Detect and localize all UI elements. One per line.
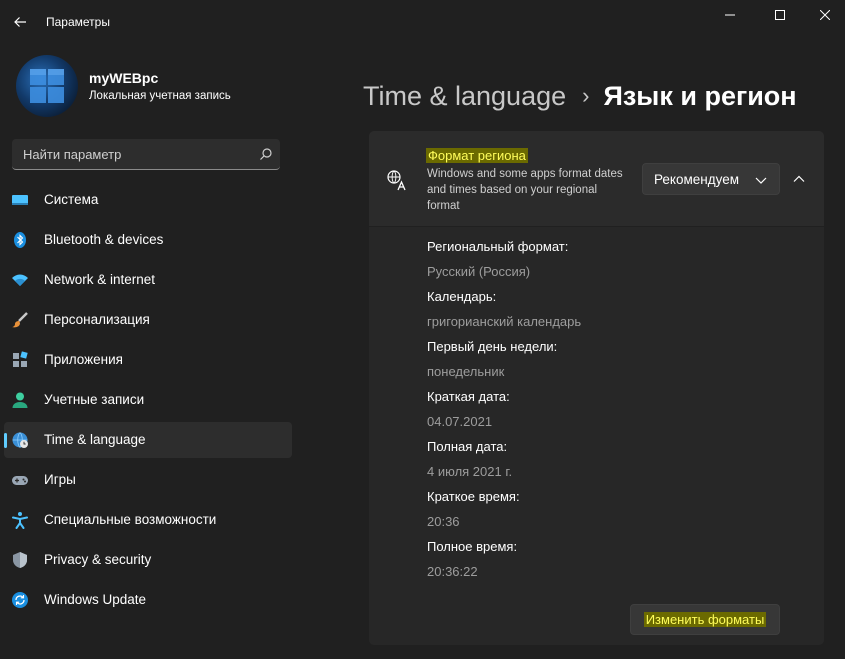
back-button[interactable] <box>8 10 32 34</box>
windows-logo-icon <box>30 69 64 103</box>
search-icon[interactable] <box>259 147 273 161</box>
back-arrow-icon <box>14 17 26 27</box>
apps-icon <box>11 351 29 369</box>
sidebar-item-network[interactable]: Network & internet <box>4 262 292 298</box>
change-formats-label: Изменить форматы <box>643 612 767 627</box>
sidebar-item-label: Система <box>44 192 99 207</box>
accessibility-icon <box>11 511 29 529</box>
sidebar-item-accounts[interactable]: Учетные записи <box>4 382 292 418</box>
first-day-value: понедельник <box>427 364 505 379</box>
sidebar-item-label: Privacy & security <box>44 552 152 567</box>
minimize-button[interactable] <box>707 0 753 30</box>
sidebar-item-label: Bluetooth & devices <box>44 232 164 247</box>
breadcrumb-parent-link[interactable]: Time & language <box>363 81 566 112</box>
bluetooth-icon <box>11 231 29 249</box>
chevron-up-icon <box>793 175 805 182</box>
accounts-icon <box>11 391 29 409</box>
app-title: Параметры <box>46 15 110 29</box>
sidebar-item-label: Игры <box>44 472 76 487</box>
long-time-value: 20:36:22 <box>427 564 478 579</box>
sidebar-item-accessibility[interactable]: Специальные возможности <box>4 502 292 538</box>
sidebar-item-privacy[interactable]: Privacy & security <box>4 542 292 578</box>
card-title: Формат региона <box>426 148 528 163</box>
sidebar-item-label: Time & language <box>44 432 146 447</box>
sidebar-item-apps[interactable]: Приложения <box>4 342 292 378</box>
calendar-label: Календарь: <box>427 289 497 304</box>
close-button[interactable] <box>802 0 845 30</box>
regional-format-value: Русский (Россия) <box>427 264 531 279</box>
page-title: Язык и регион <box>603 80 797 111</box>
search-box[interactable] <box>12 139 280 170</box>
sidebar-item-label: Специальные возможности <box>44 512 217 527</box>
wifi-icon <box>11 271 29 289</box>
update-icon <box>11 591 29 609</box>
sidebar-item-time-language[interactable]: Time & language <box>4 422 292 458</box>
search-input[interactable] <box>12 139 252 169</box>
globe-clock-icon <box>11 431 29 449</box>
sidebar-item-label: Учетные записи <box>44 392 145 407</box>
sidebar-item-personalization[interactable]: Персонализация <box>4 302 292 338</box>
avatar[interactable] <box>16 55 78 117</box>
short-time-value: 20:36 <box>427 514 460 529</box>
card-description: Windows and some apps format dates and t… <box>427 168 623 212</box>
account-type: Локальная учетная запись <box>89 90 231 102</box>
active-indicator <box>4 433 7 448</box>
long-date-label: Полная дата: <box>427 439 508 454</box>
maximize-icon <box>775 10 785 20</box>
long-date-value: 4 июля 2021 г. <box>427 464 513 479</box>
title-bar: Параметры <box>0 0 845 44</box>
sidebar-item-windows-update[interactable]: Windows Update <box>4 582 292 618</box>
maximize-button[interactable] <box>757 0 803 30</box>
change-formats-button[interactable]: Изменить форматы <box>630 604 780 635</box>
close-icon <box>820 10 830 20</box>
dropdown-selected-value: Рекомендуем <box>654 172 739 187</box>
collapse-button[interactable] <box>786 166 812 192</box>
short-date-value: 04.07.2021 <box>427 414 493 429</box>
sidebar-item-bluetooth[interactable]: Bluetooth & devices <box>4 222 292 258</box>
short-time-label: Краткое время: <box>427 489 520 504</box>
sidebar-item-label: Приложения <box>44 352 123 367</box>
sidebar-item-label: Windows Update <box>44 592 147 607</box>
long-time-label: Полное время: <box>427 539 518 554</box>
sidebar-item-gaming[interactable]: Игры <box>4 462 292 498</box>
user-name: myWEBpc <box>89 70 159 86</box>
regional-format-label: Региональный формат: <box>427 239 569 254</box>
system-icon <box>11 191 29 209</box>
breadcrumb-chevron-icon: › <box>582 83 590 108</box>
first-day-label: Первый день недели: <box>427 339 558 354</box>
brush-icon <box>11 311 29 329</box>
minimize-icon <box>725 14 735 16</box>
breadcrumb: Time & language › Язык и регион <box>363 78 797 114</box>
short-date-label: Краткая дата: <box>427 389 510 404</box>
gamepad-icon <box>11 471 29 489</box>
sidebar-item-label: Персонализация <box>44 312 150 327</box>
sidebar-item-system[interactable]: Система <box>4 182 292 218</box>
calendar-value: григорианский календарь <box>427 314 582 329</box>
shield-icon <box>11 551 29 569</box>
region-format-dropdown[interactable]: Рекомендуем <box>642 163 780 195</box>
sidebar-item-label: Network & internet <box>44 272 156 287</box>
region-format-icon <box>387 170 406 191</box>
chevron-down-icon <box>755 177 767 184</box>
